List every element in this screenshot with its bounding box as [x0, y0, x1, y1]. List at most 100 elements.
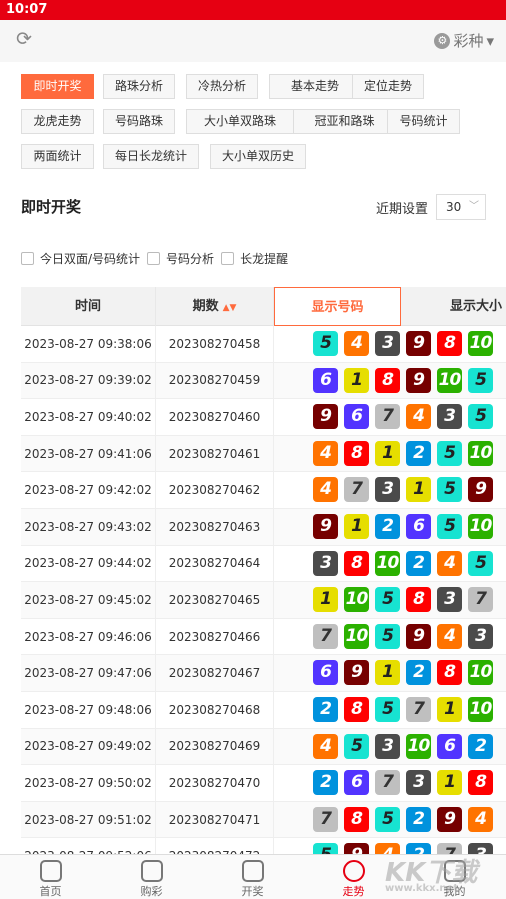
tab-10[interactable]: 号码统计	[387, 109, 460, 134]
checkbox-label: 今日双面/号码统计	[40, 252, 141, 266]
lottery-selector[interactable]: ⚙ 彩种 ▾	[434, 30, 494, 51]
draw-numbers: 6 9 1 2 8 10	[313, 660, 493, 686]
tab-13[interactable]: 大小单双历史	[210, 144, 306, 169]
number-ball: 8	[468, 770, 493, 796]
draw-numbers: 3 8 10 2 4 5	[313, 550, 493, 577]
number-ball: 10	[344, 587, 369, 613]
number-ball: 8	[344, 440, 369, 466]
number-ball: 5	[375, 623, 400, 649]
number-ball: 1	[313, 587, 338, 613]
table-row: 2023-08-27 09:46:06 202308270466 7 10 5 9 4 3	[21, 618, 506, 656]
number-ball: 10	[468, 331, 493, 356]
cell-time: 2023-08-27 09:38:06	[21, 326, 156, 362]
option-checkbox[interactable]: 长龙提醒	[221, 250, 288, 267]
cell-issue: 202308270467	[156, 655, 274, 691]
cell-time: 2023-08-27 09:50:02	[21, 765, 156, 801]
nav-bag[interactable]: 购彩	[101, 855, 202, 899]
tab-7[interactable]: 号码路珠	[103, 109, 175, 134]
tab-11[interactable]: 两面统计	[21, 144, 94, 169]
tab-9[interactable]: 冠亚和路珠	[293, 109, 396, 134]
number-ball: 1	[437, 770, 462, 796]
draw-numbers: 7 10 5 9 4 3	[313, 623, 493, 650]
header-time: 时间	[21, 287, 156, 326]
checkbox-box[interactable]	[21, 252, 34, 265]
tab-4[interactable]: 基本走势	[269, 74, 361, 99]
tab-1[interactable]: 即时开奖	[21, 74, 94, 99]
number-ball: 10	[468, 660, 493, 686]
checkbox-label: 长龙提醒	[240, 252, 289, 266]
number-ball: 8	[344, 806, 369, 832]
number-ball: 5	[344, 733, 369, 759]
number-ball: 3	[375, 477, 400, 503]
number-ball: 2	[468, 733, 493, 759]
user-icon	[443, 860, 466, 882]
header-issue[interactable]: 期数 ▲▼	[156, 287, 274, 326]
option-checkbox[interactable]: 号码分析	[147, 250, 214, 267]
number-ball: 2	[406, 660, 431, 686]
table-row: 2023-08-27 09:39:02 202308270459 6 1 8 9 10 5	[21, 362, 506, 400]
number-ball: 9	[468, 477, 493, 503]
number-ball: 9	[313, 514, 338, 539]
cell-issue: 202308270466	[156, 618, 274, 655]
cell-time: 2023-08-27 09:41:06	[21, 435, 156, 472]
app-bar: ⟳ ⚙ 彩种 ▾	[0, 20, 506, 62]
number-ball: 4	[406, 404, 431, 430]
table-row: 2023-08-27 09:41:06 202308270461 4 8 1 2 5 10	[21, 435, 506, 473]
nav-user[interactable]: 我的	[404, 855, 505, 899]
section-title: 即时开奖	[21, 198, 82, 216]
sort-icon[interactable]: ▲▼	[223, 303, 237, 313]
table-row: 2023-08-27 09:50:02 202308270470 2 6 7 3 1 8	[21, 765, 506, 802]
cell-issue: 202308270458	[156, 326, 274, 362]
tab-3[interactable]: 冷热分析	[186, 74, 258, 99]
number-ball: 10	[468, 440, 493, 466]
checkbox-box[interactable]	[147, 252, 161, 265]
number-ball: 3	[406, 770, 431, 796]
number-ball: 5	[375, 587, 400, 613]
number-ball: 7	[406, 697, 431, 722]
cell-time: 2023-08-27 09:47:06	[21, 655, 156, 691]
period-select[interactable]: 30 ﹀	[436, 194, 486, 220]
option-checkboxes: 今日双面/号码统计 号码分析 长龙提醒	[21, 250, 295, 267]
tab-show-numbers[interactable]: 显示号码	[274, 287, 401, 326]
draw-numbers: 785294	[313, 806, 493, 833]
number-ball: 6	[406, 514, 431, 539]
lottery-label: 彩种	[453, 32, 484, 50]
nav-label: 开奖	[241, 885, 264, 898]
cell-time: 2023-08-27 09:42:02	[21, 472, 156, 508]
tab-8[interactable]: 大小单双路珠	[186, 109, 294, 134]
status-time: 10:07	[6, 2, 48, 17]
cell-issue: 202308270469	[156, 728, 274, 765]
table-row: 2023-08-27 09:47:06 202308270467 6 9 1 2 8 10	[21, 655, 506, 692]
cell-issue: 202308270462	[156, 472, 274, 508]
nav-trophy[interactable]: 开奖	[202, 855, 303, 899]
draw-numbers: 1 10 5 8 3 7	[313, 587, 493, 613]
number-ball: 9	[344, 660, 369, 686]
trend-icon	[342, 860, 365, 882]
draw-numbers: 967435	[313, 404, 493, 430]
bottom-nav: 首页 购彩 开奖 走势 我的	[0, 854, 506, 899]
tab-12[interactable]: 每日长龙统计	[103, 144, 199, 169]
number-ball: 1	[375, 440, 400, 466]
number-ball: 7	[468, 587, 493, 613]
number-ball: 7	[344, 477, 369, 503]
number-ball: 8	[406, 587, 431, 613]
nav-home[interactable]: 首页	[0, 855, 101, 899]
number-ball: 3	[375, 331, 400, 356]
tab-6[interactable]: 龙虎走势	[21, 109, 94, 134]
option-checkbox[interactable]: 今日双面/号码统计	[21, 250, 140, 267]
number-ball: 3	[437, 404, 462, 430]
number-ball: 3	[313, 550, 338, 576]
period-value: 30	[446, 200, 462, 214]
tab-show-size[interactable]: 显示大小	[401, 287, 506, 326]
header-issue-label: 期数	[192, 299, 219, 314]
tab-5[interactable]: 定位走势	[352, 74, 424, 99]
draw-numbers: 2 8 5 7 1 10	[313, 697, 493, 723]
refresh-icon[interactable]: ⟳	[16, 29, 36, 49]
nav-trend[interactable]: 走势	[303, 855, 404, 899]
number-ball: 1	[344, 514, 369, 539]
checkbox-box[interactable]	[221, 252, 235, 265]
number-ball: 5	[375, 697, 400, 722]
table-row: 2023-08-27 09:42:02 202308270462 4 7 3 1 5 9	[21, 472, 506, 509]
tab-2[interactable]: 路珠分析	[103, 74, 175, 99]
draw-numbers: 4 8 1 2 5 10	[313, 440, 493, 467]
